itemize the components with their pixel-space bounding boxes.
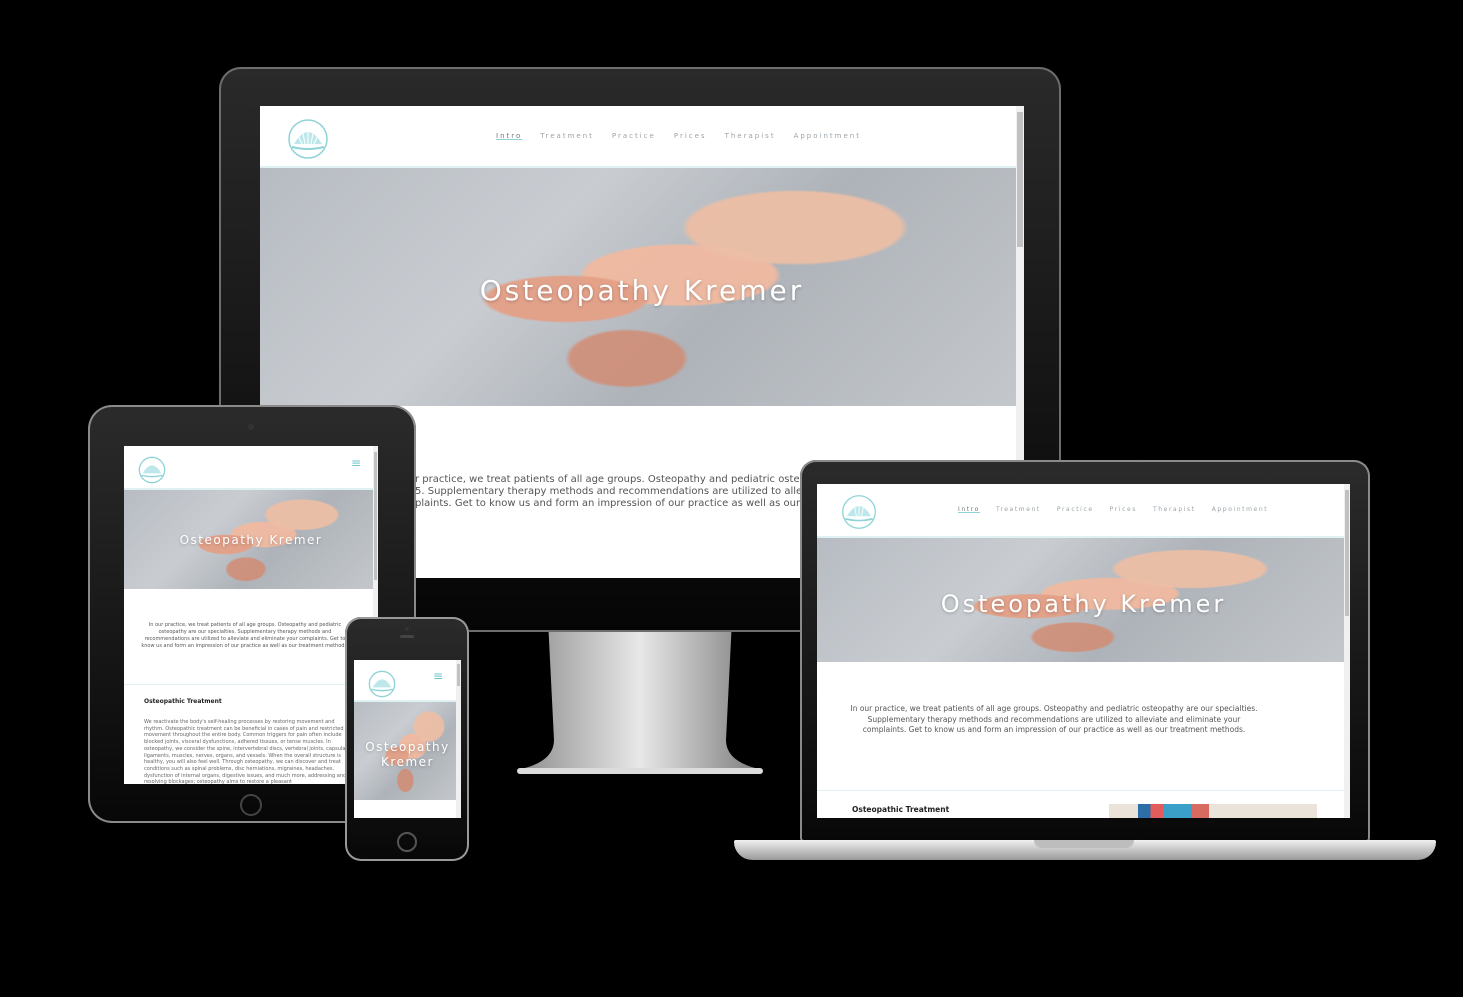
hero-image: Osteopathy Kremer: [260, 168, 1024, 406]
intro-text: In our practice, we treat patients of al…: [141, 622, 349, 649]
nav-therapist[interactable]: Therapist: [725, 132, 776, 140]
main-nav: Intro Treatment Practice Prices Therapis…: [958, 506, 1268, 513]
monitor-stand: [517, 620, 763, 774]
phone-header: ≡: [354, 660, 461, 702]
nav-practice[interactable]: Practice: [612, 132, 656, 140]
nav-treatment[interactable]: Treatment: [996, 506, 1041, 513]
laptop-screen: Intro Treatment Practice Prices Therapis…: [817, 484, 1350, 818]
nav-appointment[interactable]: Appointment: [1212, 506, 1269, 513]
monitor-intro-text: r practice, we treat patients of all age…: [415, 474, 812, 509]
section-text: We reactivate the body's self-healing pr…: [144, 719, 348, 784]
section-title: Osteopathic Treatment: [144, 698, 222, 705]
hero-title: Osteopathy Kremer: [365, 740, 450, 769]
hero-title: Osteopathy Kremer: [179, 533, 323, 547]
nav-practice[interactable]: Practice: [1057, 506, 1094, 513]
scrollbar[interactable]: [456, 660, 461, 818]
nav-prices[interactable]: Prices: [674, 132, 707, 140]
phone-home-button[interactable]: [397, 832, 417, 852]
hero-title: Osteopathy Kremer: [479, 274, 805, 307]
scrollbar[interactable]: [1344, 484, 1350, 818]
tablet-screen: ≡ Osteopathy Kremer In our practice, we …: [124, 446, 378, 784]
nav-treatment[interactable]: Treatment: [540, 132, 594, 140]
shell-logo-icon[interactable]: [841, 494, 877, 530]
shell-logo-icon[interactable]: [138, 456, 166, 484]
shell-logo-icon[interactable]: [368, 670, 396, 698]
nav-intro[interactable]: Intro: [496, 132, 522, 140]
nav-appointment[interactable]: Appointment: [794, 132, 861, 140]
hero-image: Osteopathy Kremer: [124, 490, 378, 589]
hero-image: Osteopathy Kremer: [817, 538, 1350, 662]
tablet-home-button[interactable]: [240, 794, 262, 816]
hero-image: Osteopathy Kremer: [354, 702, 461, 800]
section-image: [1109, 804, 1317, 818]
site-header: Intro Treatment Practice Prices Therapis…: [260, 106, 1024, 168]
main-nav: Intro Treatment Practice Prices Therapis…: [496, 132, 861, 140]
nav-intro[interactable]: Intro: [958, 506, 980, 513]
phone-screen: ≡ Osteopathy Kremer: [354, 660, 461, 818]
hero-title: Osteopathy Kremer: [940, 590, 1227, 618]
hamburger-icon[interactable]: ≡: [433, 669, 443, 683]
tablet-camera: [248, 424, 254, 430]
intro-text: In our practice, we treat patients of al…: [850, 704, 1258, 734]
shell-logo-icon[interactable]: [287, 118, 329, 160]
nav-prices[interactable]: Prices: [1110, 506, 1137, 513]
nav-therapist[interactable]: Therapist: [1153, 506, 1196, 513]
section-title: Osteopathic Treatment: [852, 805, 950, 814]
tablet-header: ≡: [124, 446, 378, 490]
site-header: Intro Treatment Practice Prices Therapis…: [817, 484, 1350, 538]
hamburger-icon[interactable]: ≡: [351, 456, 361, 470]
